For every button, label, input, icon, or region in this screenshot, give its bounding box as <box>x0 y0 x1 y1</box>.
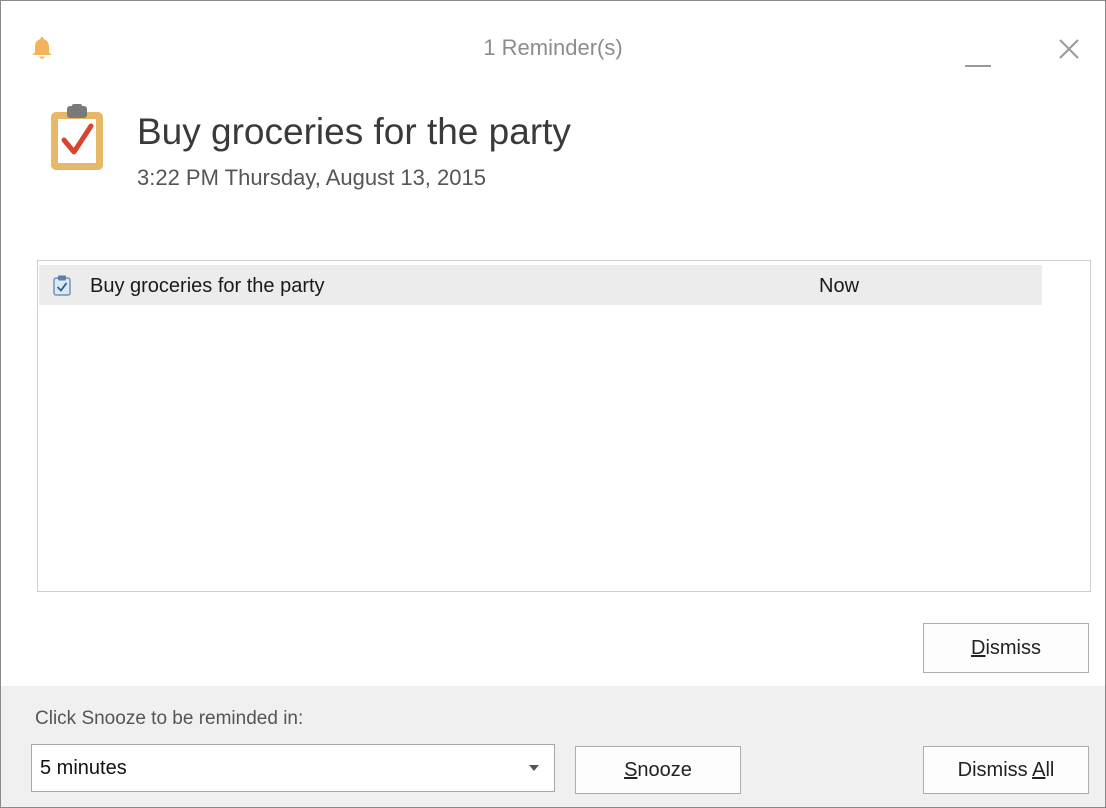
dismiss-all-prefix: Dismiss <box>957 759 1033 781</box>
snooze-label-text: nooze <box>637 759 692 781</box>
task-icon <box>53 275 71 296</box>
dismiss-mnemonic: D <box>971 637 986 659</box>
window-title: 1 Reminder(s) <box>483 35 623 60</box>
close-icon <box>1059 39 1079 59</box>
reminder-window: 1 Reminder(s) Buy groceries for the part… <box>0 0 1106 808</box>
dismiss-all-mnemonic: A <box>1032 759 1046 781</box>
title-bar: 1 Reminder(s) <box>1 1 1105 91</box>
dismiss-all-button[interactable]: Dismiss All <box>923 746 1089 794</box>
reminder-row[interactable]: Buy groceries for the party Now <box>39 265 1042 305</box>
close-button[interactable] <box>1051 31 1087 67</box>
snooze-panel: Click Snooze to be reminded in: 5 minute… <box>1 686 1105 807</box>
reminder-row-due: Now <box>819 275 860 297</box>
dismiss-button[interactable]: Dismiss <box>923 623 1089 673</box>
snooze-duration-value: 5 minutes <box>40 757 127 779</box>
snooze-duration-select[interactable]: 5 minutes <box>31 744 555 792</box>
task-clipboard-icon <box>51 104 103 170</box>
reminder-row-subject: Buy groceries for the party <box>90 275 325 297</box>
reminder-list[interactable]: Buy groceries for the party Now <box>37 260 1091 592</box>
reminder-due-time: 3:22 PM Thursday, August 13, 2015 <box>137 165 486 190</box>
dismiss-label: ismiss <box>985 637 1041 659</box>
minimize-button[interactable] <box>959 31 999 67</box>
snooze-button[interactable]: Snooze <box>575 746 741 794</box>
snooze-label: Click Snooze to be reminded in: <box>35 708 304 729</box>
reminder-subject: Buy groceries for the party <box>137 111 571 152</box>
chevron-down-icon[interactable] <box>529 765 539 771</box>
snooze-mnemonic: S <box>624 759 638 781</box>
dismiss-all-rest: ll <box>1045 759 1055 781</box>
